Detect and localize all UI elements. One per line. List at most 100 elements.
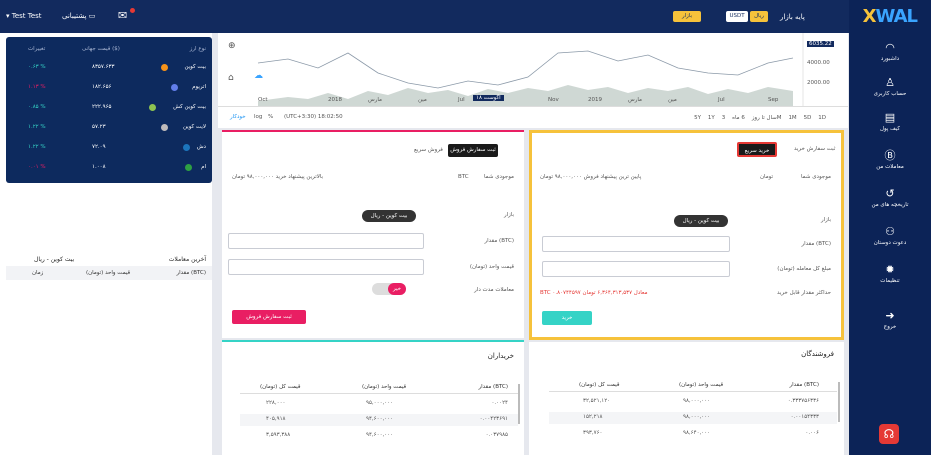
table-row[interactable]: ۰.۰۰۲۴ ۹۵,۰۰۰,۰۰۰ ۲۲۸,۰۰۰ — [240, 398, 518, 410]
chevron-down-icon: ▾ — [6, 12, 10, 20]
log-scale-toggle[interactable]: log — [254, 114, 262, 120]
buy-panel: خرید سریع ثبت سفارش خرید موجودی شما توما… — [529, 130, 844, 340]
last-trades-panel: آخرین معاملات بیت کوین - ریال مقدار (BTC… — [6, 252, 212, 292]
range-6m[interactable]: 6 ماه — [732, 115, 745, 121]
table-row[interactable]: ۰.۰۳۷۹۸۵ ۹۴,۶۰۰,۰۰۰ ۳,۵۹۳,۳۸۸ — [240, 430, 518, 442]
sell-price-input[interactable] — [228, 259, 424, 275]
sell-balance-unit[interactable]: BTC — [458, 174, 469, 180]
range-ytd[interactable]: سال تا روز — [752, 115, 777, 121]
buy-total-input[interactable] — [542, 261, 730, 277]
history-icon: ↺ — [885, 187, 895, 200]
range-1m[interactable]: 1M — [788, 115, 796, 121]
auto-scale-toggle[interactable]: خودکار — [230, 114, 246, 120]
bitcoin-cash-icon — [149, 104, 156, 111]
support-link[interactable]: پشتیبانی ▭ — [62, 12, 95, 20]
range-5y[interactable]: 5Y — [694, 115, 701, 121]
ticker-row[interactable]: بیت کوین ۸۳۵۷.۶۳۳ ۰.۶۳ % — [6, 60, 212, 76]
dash-icon — [183, 144, 190, 151]
buy-balance-label: موجودی شما — [801, 174, 831, 180]
time-axis: Oct 2018 مارس مین Jul ۱۸ اگوست Nov 2019 … — [258, 95, 779, 103]
table-row[interactable]: ۰.۰۰۶ ۹۸,۶۴۰,۰۰۰ ۳۹۳,۷۶۰ — [549, 428, 837, 440]
range-5d[interactable]: 5D — [804, 115, 812, 121]
buyers-title: خریداران — [487, 352, 514, 360]
sidebar-item-settings[interactable]: ✹ تنظیمات — [849, 263, 931, 285]
ticker-row[interactable]: بیت کوین کش ۲۲۲.۹۶۵ ۰.۸۵ % — [6, 100, 212, 116]
invite-icon: ⚇ — [885, 225, 895, 238]
sell-amount-input[interactable] — [228, 233, 424, 249]
sell-market-label: بازار — [503, 212, 514, 218]
settings-icon: ✹ — [885, 263, 895, 276]
ticker-table: نوع ارز قیمت جهانی ($) تغییرات بیت کوین … — [6, 37, 212, 183]
sell-term-label: معاملات مدت دار — [474, 287, 514, 293]
buy-amount-label: مقدار (BTC) — [801, 241, 831, 247]
buy-amount-input[interactable] — [542, 236, 730, 252]
sidebar-item-history[interactable]: ↺ تاریخچه های من — [849, 187, 931, 209]
ticker-row[interactable]: اتریوم ۱۸۲.۶۵۶ ۱.۱۳ % — [6, 80, 212, 96]
scrollbar[interactable] — [518, 384, 520, 424]
mail-icon[interactable]: ✉ — [118, 9, 127, 22]
support-headset-button[interactable]: ☊ — [879, 424, 899, 444]
sell-balance-label: موجودی شما — [484, 174, 514, 180]
buy-balance-unit[interactable]: تومان — [760, 174, 773, 180]
buy-market-badge: بیت کوین - ریال — [674, 215, 728, 227]
range-1y[interactable]: 1Y — [708, 115, 715, 121]
scrollbar[interactable] — [838, 382, 840, 422]
table-row[interactable]: ۰.۰۰۱۵۴۳۳۳ ۹۸,۰۰۰,۰۰۰ ۱۵۲,۲۱۸ — [549, 412, 837, 424]
sellers-panel: فروشندگان مقدار (BTC) قیمت واحد (تومان) … — [529, 342, 844, 455]
chart-controls: Oct 2018 مارس مین Jul ۱۸ اگوست Nov 2019 … — [218, 95, 848, 128]
buy-submit-button[interactable]: خرید — [542, 311, 592, 325]
wallet-icon: ▤ — [884, 111, 896, 124]
last-trades-title: آخرین معاملات — [168, 256, 206, 263]
tab-sell-quick[interactable]: فروش سریع — [414, 147, 443, 153]
bitcoin-icon — [161, 64, 168, 71]
sidebar-item-account[interactable]: ♙ حساب کاربری — [849, 76, 931, 98]
percent-scale-toggle[interactable]: % — [268, 114, 273, 120]
buy-max-label: حداکثر مقدار قابل خرید — [776, 290, 831, 296]
dashboard-icon: ◠ — [885, 41, 895, 54]
user-menu[interactable]: ▾ Test Test — [6, 12, 42, 20]
sellers-title: فروشندگان — [801, 350, 834, 358]
sell-term-toggle-knob: خیر — [388, 283, 406, 295]
sidebar: XWAL ◠ داشبورد ♙ حساب کاربری ▤ کیف پول Ⓑ معا… — [849, 0, 931, 455]
ticker-row[interactable]: دش ۷۲.۰۹ ۱.۲۲ % — [6, 140, 212, 156]
sell-market-badge: بیت کوین - ریال — [362, 210, 416, 222]
sell-submit-button[interactable]: ثبت سفارش فروش — [232, 310, 306, 324]
sidebar-item-logout[interactable]: ➜ خروج — [849, 309, 931, 331]
buy-max-value: BTC ۰.۸۰۷۴۴۵۹۷ معادل ۶,۳۶۴,۳۱۳,۵۳۷ تومان — [540, 290, 648, 296]
ticker-row[interactable]: ام ۱.۰۰۸ ۰.۰۱ % — [6, 160, 212, 176]
sidebar-item-dashboard[interactable]: ◠ داشبورد — [849, 41, 931, 63]
sidebar-item-trades[interactable]: Ⓑ معاملات من — [849, 149, 931, 171]
buyers-panel: خریداران مقدار (BTC) قیمت واحد (تومان) ق… — [222, 340, 524, 455]
litecoin-icon — [161, 124, 168, 131]
buyers-header: مقدار (BTC) قیمت واحد (تومان) قیمت کل (ت… — [240, 382, 518, 394]
last-trades-header: مقدار (BTC) قیمت واحد (تومان) زمان — [6, 266, 212, 280]
tab-buy-order[interactable]: ثبت سفارش خرید — [794, 146, 835, 152]
sell-price-label: قیمت واحد (تومان) — [469, 264, 514, 270]
ticker-header: نوع ارز قیمت جهانی ($) تغییرات — [28, 46, 206, 52]
sell-term-toggle[interactable]: خیر — [372, 283, 406, 295]
trades-icon: Ⓑ — [884, 149, 896, 162]
sidebar-item-wallet[interactable]: ▤ کیف پول — [849, 111, 931, 133]
table-row[interactable]: ۰.۳۳۳۷۵۶۳۳۶ ۹۸,۰۰۰,۰۰۰ ۳۲,۵۲۱,۱۲۰ — [549, 396, 837, 408]
zoom-in-icon[interactable]: ⊕ — [228, 41, 236, 51]
logout-icon: ➜ — [885, 309, 895, 322]
home-icon[interactable]: ⌂ — [228, 73, 234, 83]
sell-amount-label: مقدار (BTC) — [484, 238, 514, 244]
price-axis-label: 4000.00 — [807, 60, 830, 66]
price-axis-label: 2000.00 — [807, 80, 830, 86]
last-trades-pair: بیت کوین - ریال — [34, 256, 75, 263]
ticker-row[interactable]: لایت کوین ۵۷.۲۳ ۱.۲۲ % — [6, 120, 212, 136]
sell-panel: ثبت سفارش فروش فروش سریع موجودی شما BTC … — [222, 130, 524, 338]
headset-icon: ☊ — [883, 427, 895, 441]
chart-timezone: (UTC+3:30) 18:02:50 — [284, 114, 343, 120]
tab-buy-quick[interactable]: خرید سریع — [737, 142, 777, 157]
table-row[interactable]: ۰.۰۰۴۲۳۶۹۱ ۹۴,۶۰۰,۰۰۰ ۴۰۵,۹۱۸ — [240, 414, 518, 426]
usdt-button[interactable]: USDT — [726, 11, 748, 22]
rial-button[interactable]: ریال — [750, 11, 768, 22]
tab-sell-order[interactable]: ثبت سفارش فروش — [448, 144, 498, 157]
user-icon: ♙ — [885, 76, 895, 89]
buy-market-label: بازار — [820, 217, 831, 223]
market-dropdown-button[interactable]: بازار — [673, 11, 701, 22]
sidebar-item-invite[interactable]: ⚇ دعوت دوستان — [849, 225, 931, 247]
range-1d[interactable]: 1D — [818, 115, 826, 121]
